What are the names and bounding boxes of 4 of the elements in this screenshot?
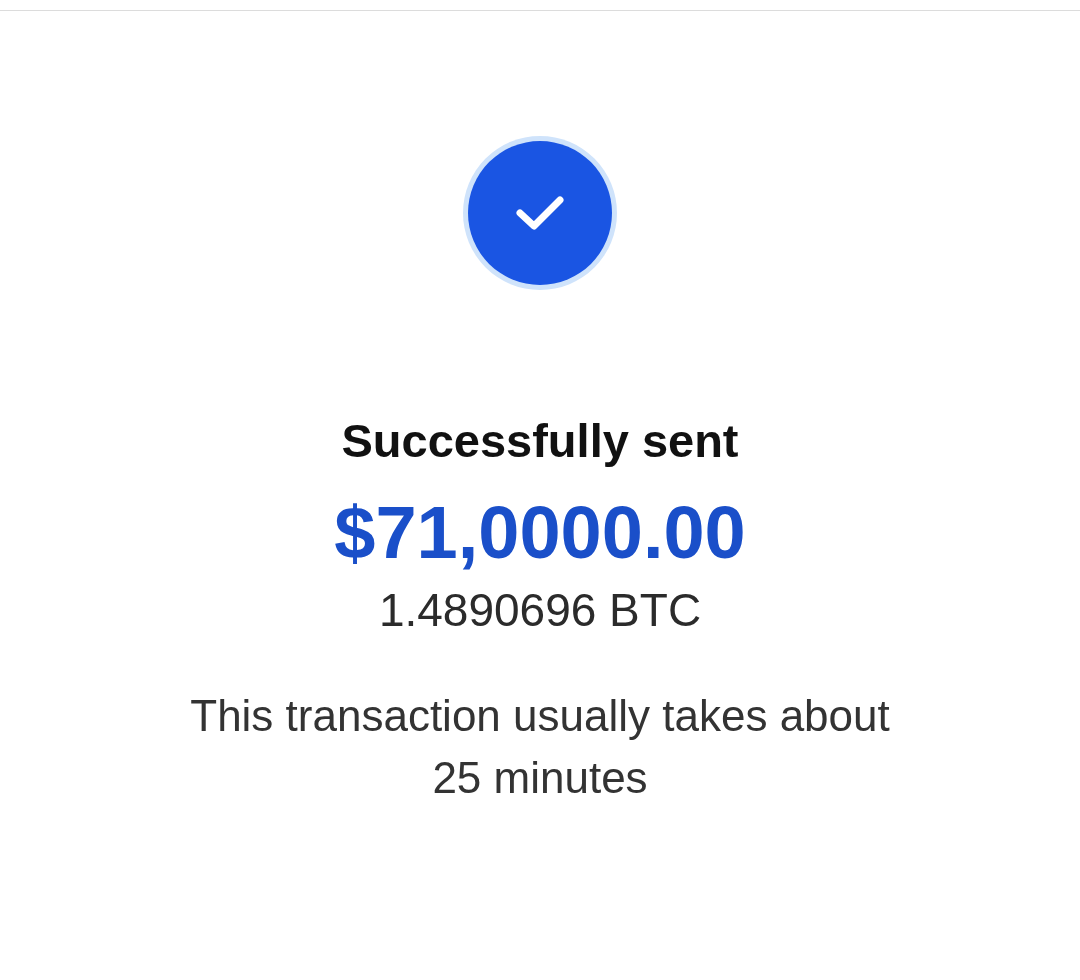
crypto-amount: 1.4890696 BTC bbox=[378, 583, 702, 637]
fiat-amount: $71,0000.00 bbox=[334, 490, 746, 575]
transaction-note: This transaction usually takes about 25 minutes bbox=[189, 690, 891, 804]
status-title: Successfully sent bbox=[341, 413, 739, 468]
